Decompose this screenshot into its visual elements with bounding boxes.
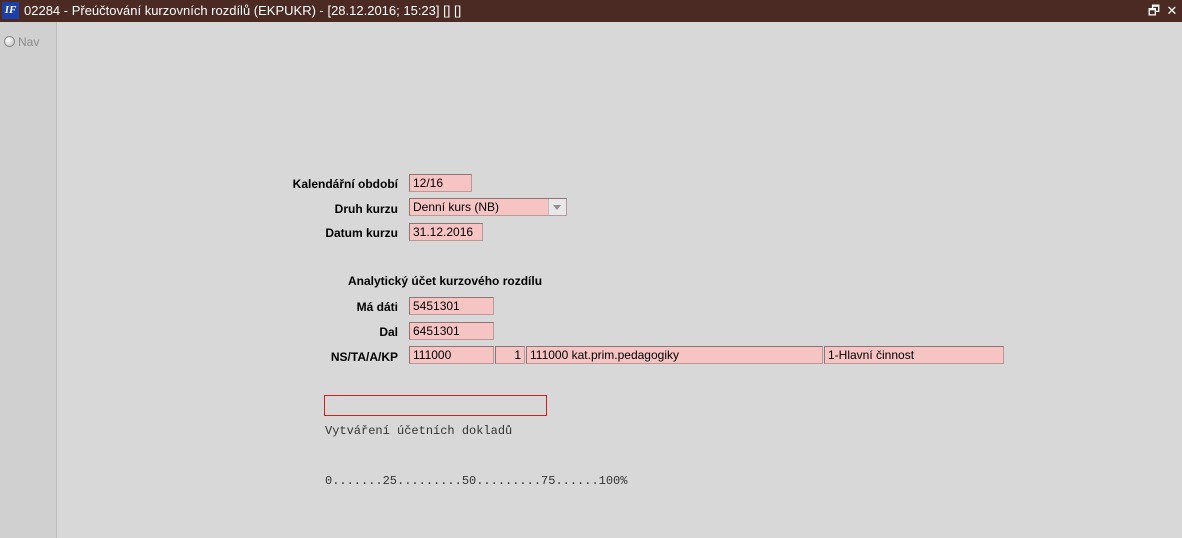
- activity-field[interactable]: 111000 kat.prim.pedagogiky: [526, 346, 823, 364]
- ns-field[interactable]: 111000: [409, 346, 494, 364]
- progress-caption: Vytváření účetních dokladů: [325, 424, 513, 438]
- kp-field[interactable]: 1-Hlavní činnost: [824, 346, 1004, 364]
- title-bar: IF 02284 - Přeúčtování kurzovních rozdíl…: [0, 0, 1182, 22]
- credit-account-field[interactable]: 6451301: [409, 322, 494, 340]
- window-title: 02284 - Přeúčtování kurzovních rozdílů (…: [24, 3, 462, 18]
- rate-date-field[interactable]: 31.12.2016: [409, 223, 483, 241]
- close-window-icon[interactable]: ✕: [1164, 2, 1180, 20]
- rate-type-value: Denní kurs (NB): [413, 200, 500, 214]
- rate-type-select[interactable]: Denní kurs (NB): [409, 198, 567, 216]
- rate-date-label: Datum kurzu: [325, 226, 398, 240]
- chevron-down-icon[interactable]: [548, 199, 566, 215]
- progress-bar: [324, 395, 547, 416]
- credit-label: Dal: [379, 325, 398, 339]
- restore-window-icon[interactable]: 🗗: [1146, 2, 1162, 20]
- period-label: Kalendářní období: [292, 177, 398, 191]
- analytic-account-heading: Analytický účet kurzového rozdílu: [348, 274, 543, 288]
- period-field[interactable]: 12/16: [409, 174, 472, 192]
- debit-label: Má dáti: [356, 300, 398, 314]
- rate-type-label: Druh kurzu: [334, 202, 398, 216]
- ta-field[interactable]: 1: [495, 346, 525, 364]
- progress-scale: 0.......25.........50.........75......10…: [325, 474, 628, 488]
- nav-label: Nav: [18, 35, 40, 49]
- ns-ta-a-kp-label: NS/TA/A/KP: [330, 350, 398, 364]
- debit-account-field[interactable]: 5451301: [409, 297, 494, 315]
- nav-sidebar: Nav: [0, 22, 57, 538]
- nav-radio-button[interactable]: [4, 36, 15, 47]
- app-logo-icon: IF: [2, 2, 19, 19]
